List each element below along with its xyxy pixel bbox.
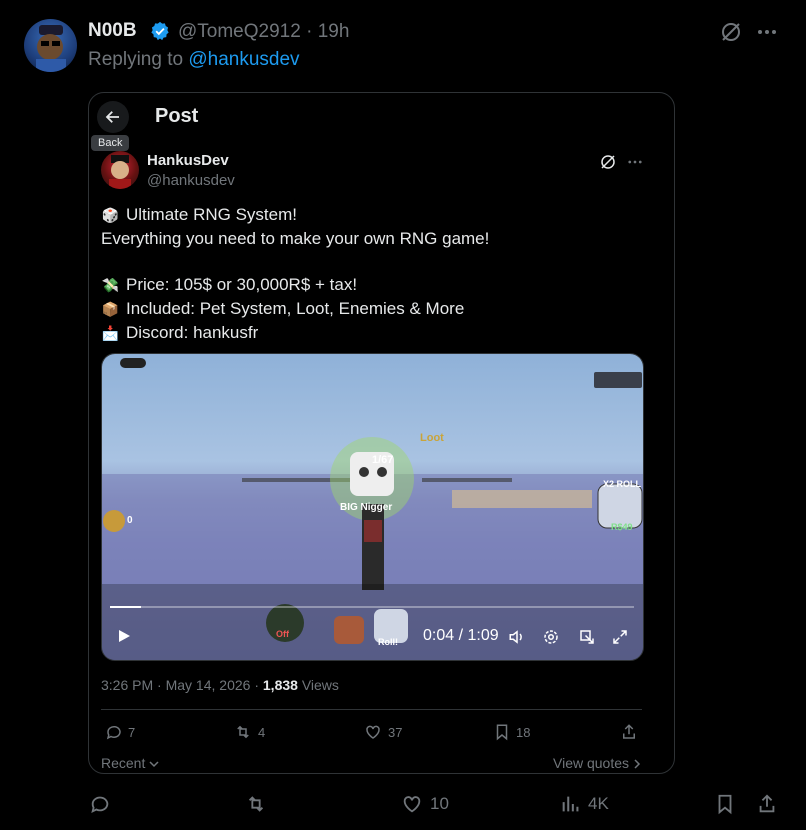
repost-icon bbox=[248, 796, 264, 812]
pet-count: 1/67 bbox=[372, 454, 394, 466]
roll-label: Roll! bbox=[378, 637, 398, 647]
video-player[interactable]: 1/67 Loot BIG Nigger X2 ROLL R$49 0 Off … bbox=[101, 353, 644, 661]
share-button[interactable] bbox=[620, 723, 638, 741]
page-title: Post bbox=[155, 105, 199, 127]
post-line: Everything you need to make your own RNG… bbox=[101, 229, 490, 248]
repost-icon bbox=[237, 725, 249, 739]
like-button[interactable]: 10 bbox=[400, 793, 449, 815]
quoted-post-card[interactable]: Back Post HankusDev @hankusdev 🎲 Ultimate… bbox=[88, 92, 675, 774]
grok-icon[interactable] bbox=[719, 20, 743, 44]
quoted-author-avatar[interactable] bbox=[101, 151, 139, 189]
author-avatar[interactable] bbox=[24, 19, 77, 72]
post-line bbox=[101, 250, 661, 273]
back-button[interactable] bbox=[97, 101, 129, 133]
replying-to: Replying to @hankusdev bbox=[88, 49, 300, 71]
repost-count: 4 bbox=[258, 724, 266, 740]
reply-button[interactable] bbox=[89, 793, 111, 815]
video-frame: 1/67 Loot BIG Nigger X2 ROLL R$49 0 Off … bbox=[102, 354, 643, 660]
replying-mention-link[interactable]: @hankusdev bbox=[188, 49, 299, 70]
repost-button[interactable] bbox=[244, 793, 268, 815]
views-count: 1,838 bbox=[262, 677, 298, 693]
post-line: 📩 Discord: hankusfr bbox=[101, 321, 661, 345]
bookmark-count: 18 bbox=[516, 724, 531, 740]
share-button[interactable] bbox=[756, 793, 778, 815]
post-line: 🎲 Ultimate RNG System! bbox=[101, 203, 661, 227]
analytics-icon bbox=[562, 796, 579, 812]
chevron-down-icon bbox=[149, 761, 159, 768]
repost-button[interactable]: 4 bbox=[233, 723, 265, 741]
video-scrubber[interactable] bbox=[110, 606, 634, 608]
reply-icon bbox=[91, 796, 109, 814]
video-progress-fill bbox=[110, 606, 142, 608]
replying-prefix: Replying to bbox=[88, 49, 184, 70]
share-icon bbox=[623, 724, 635, 739]
x2-roll-label: X2 ROLL bbox=[603, 479, 642, 489]
separator: · bbox=[306, 21, 313, 42]
grok-icon[interactable] bbox=[599, 153, 617, 171]
pet-name: BIG Nigger bbox=[340, 502, 393, 513]
verified-badge-icon bbox=[150, 21, 170, 41]
volume-icon[interactable] bbox=[508, 628, 526, 646]
post-time[interactable]: 19h bbox=[318, 21, 350, 42]
quoted-author-name[interactable]: HankusDev bbox=[147, 152, 229, 169]
chevron-right-icon bbox=[634, 759, 640, 769]
views-count: 4K bbox=[588, 794, 609, 813]
like-count: 37 bbox=[388, 724, 403, 740]
post-body: 🎲 Ultimate RNG System! Everything you nee… bbox=[101, 203, 661, 345]
back-tooltip: Back bbox=[91, 135, 130, 151]
reply-icon bbox=[106, 725, 121, 740]
bookmark-icon bbox=[718, 794, 732, 815]
off-label: Off bbox=[276, 629, 289, 639]
more-options-icon[interactable] bbox=[626, 153, 644, 171]
post-meta: 3:26 PM · May 14, 2026 · 1,838 Views bbox=[101, 677, 339, 693]
loot-label: Loot bbox=[420, 432, 444, 444]
reply-count: 7 bbox=[128, 724, 136, 740]
heart-icon bbox=[366, 725, 380, 739]
post-date[interactable]: May 14, 2026 bbox=[166, 677, 251, 693]
sort-dropdown[interactable]: Recent bbox=[101, 755, 159, 771]
coin-count: 0 bbox=[127, 515, 133, 526]
avatar-image bbox=[36, 25, 66, 72]
settings-gear-icon[interactable] bbox=[542, 628, 560, 646]
views-label: Views bbox=[301, 677, 339, 693]
quoted-author-handle[interactable]: @hankusdev bbox=[147, 172, 235, 189]
arrow-left-icon bbox=[105, 111, 119, 123]
pip-icon[interactable] bbox=[578, 628, 596, 646]
author-handle-row: @TomeQ2912 · 19h bbox=[178, 21, 349, 43]
bookmark-button[interactable] bbox=[714, 793, 736, 815]
envelope-emoji: 📩 bbox=[101, 325, 120, 341]
author-name[interactable]: N00B bbox=[88, 20, 137, 42]
view-quotes-label: View quotes bbox=[553, 755, 630, 771]
heart-icon bbox=[403, 796, 421, 813]
reply-button[interactable]: 7 bbox=[105, 723, 135, 741]
post-line: 📦 Included: Pet System, Loot, Enemies & M… bbox=[101, 297, 661, 321]
fullscreen-icon[interactable] bbox=[611, 628, 629, 646]
avatar-image bbox=[109, 155, 131, 189]
package-emoji: 📦 bbox=[101, 301, 120, 317]
play-icon[interactable] bbox=[116, 628, 132, 644]
like-count: 10 bbox=[430, 794, 449, 813]
money-emoji: 💸 bbox=[101, 277, 120, 293]
bookmark-button[interactable]: 18 bbox=[493, 723, 530, 741]
dice-emoji: 🎲 bbox=[101, 207, 120, 223]
sort-label: Recent bbox=[101, 755, 146, 771]
post-time[interactable]: 3:26 PM bbox=[101, 677, 153, 693]
divider bbox=[101, 709, 642, 710]
like-button[interactable]: 37 bbox=[363, 723, 402, 741]
share-icon bbox=[759, 794, 775, 813]
more-options-icon[interactable] bbox=[755, 20, 779, 44]
post-line: 💸 Price: 105$ or 30,000R$ + tax! bbox=[101, 273, 661, 297]
views-button[interactable]: 4K bbox=[560, 793, 609, 815]
view-quotes-link[interactable]: View quotes bbox=[553, 755, 641, 771]
video-time: 0:04 / 1:09 bbox=[423, 627, 499, 644]
author-handle[interactable]: @TomeQ2912 bbox=[178, 21, 301, 42]
bookmark-icon bbox=[496, 724, 508, 741]
roll-price: R$49 bbox=[611, 522, 633, 532]
